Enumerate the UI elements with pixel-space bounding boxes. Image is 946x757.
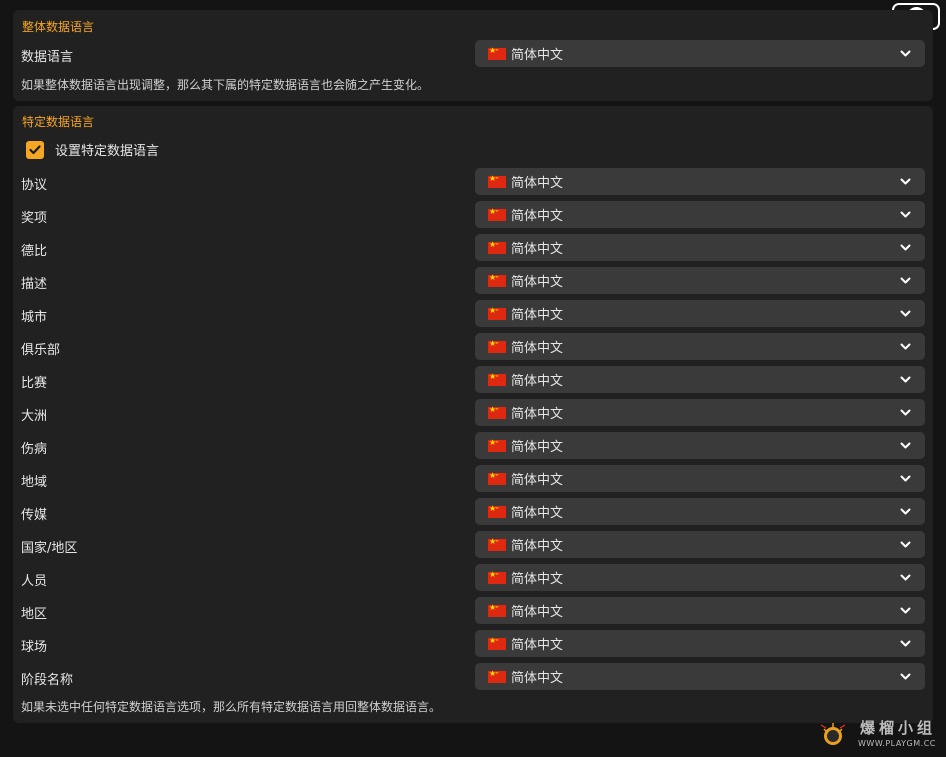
select-value: 简体中文	[511, 539, 564, 554]
language-select[interactable]: 简体中文	[475, 333, 925, 360]
select-value: 简体中文	[511, 48, 564, 63]
language-select[interactable]: 简体中文	[475, 465, 925, 492]
select-value: 简体中文	[511, 209, 564, 224]
chevron-down-icon	[900, 541, 911, 548]
language-select[interactable]: 简体中文	[475, 168, 925, 195]
language-select[interactable]: 简体中文	[475, 300, 925, 327]
china-flag-icon	[488, 239, 506, 254]
china-flag-icon	[488, 305, 506, 320]
language-select[interactable]: 简体中文	[475, 267, 925, 294]
china-flag-icon	[488, 272, 506, 287]
row-label: 国家/地区	[21, 541, 78, 556]
chevron-down-icon	[900, 211, 911, 218]
chevron-down-icon	[900, 442, 911, 449]
language-select[interactable]: 简体中文	[475, 201, 925, 228]
row-label: 大洲	[21, 409, 48, 424]
chevron-down-icon	[900, 508, 911, 515]
china-flag-icon	[488, 635, 506, 650]
language-select[interactable]: 简体中文	[475, 630, 925, 657]
china-flag-icon	[488, 536, 506, 551]
select-value: 简体中文	[511, 176, 564, 191]
chevron-down-icon	[900, 574, 911, 581]
china-flag-icon	[488, 45, 506, 60]
checkbox-label: 设置特定数据语言	[55, 144, 160, 159]
select-value: 简体中文	[511, 407, 564, 422]
row-label: 阶段名称	[21, 673, 74, 688]
watermark-title: 爆榴小组	[860, 719, 937, 737]
chevron-down-icon	[900, 673, 911, 680]
select-value: 简体中文	[511, 671, 564, 686]
language-select[interactable]: 简体中文	[475, 399, 925, 426]
global-section-title: 整体数据语言	[22, 20, 95, 34]
chevron-down-icon	[900, 310, 911, 317]
china-flag-icon	[488, 206, 506, 221]
chevron-down-icon	[900, 343, 911, 350]
row-label: 地域	[21, 475, 48, 490]
watermark: 爆榴小组 WWW.PLAYGM.CC	[818, 717, 938, 753]
language-select[interactable]: 简体中文	[475, 663, 925, 690]
watermark-logo-icon	[820, 723, 846, 745]
china-flag-icon	[488, 338, 506, 353]
row-label: 地区	[21, 607, 48, 622]
chevron-down-icon	[900, 409, 911, 416]
select-value: 简体中文	[511, 341, 564, 356]
set-specific-language-checkbox[interactable]	[26, 140, 44, 159]
watermark-url: WWW.PLAYGM.CC	[858, 739, 936, 748]
language-select[interactable]: 简体中文	[475, 498, 925, 525]
china-flag-icon	[488, 470, 506, 485]
select-value: 简体中文	[511, 473, 564, 488]
chevron-down-icon	[900, 50, 911, 57]
row-label: 球场	[21, 640, 48, 655]
row-label: 德比	[21, 244, 48, 259]
language-select[interactable]: 简体中文	[475, 564, 925, 591]
row-label: 传媒	[21, 508, 48, 523]
global-language-panel: 整体数据语言 数据语言 简体中文 如果整体数据语言出现调整，那么其下属的特定数据…	[13, 10, 933, 101]
select-value: 简体中文	[511, 308, 564, 323]
china-flag-icon	[488, 371, 506, 386]
chevron-down-icon	[900, 376, 911, 383]
china-flag-icon	[488, 503, 506, 518]
row-label: 伤病	[21, 442, 48, 457]
china-flag-icon	[488, 437, 506, 452]
china-flag-icon	[488, 569, 506, 584]
language-select[interactable]: 简体中文	[475, 234, 925, 261]
chevron-down-icon	[900, 640, 911, 647]
row-label: 描述	[21, 277, 48, 292]
select-value: 简体中文	[511, 605, 564, 620]
china-flag-icon	[488, 173, 506, 188]
select-value: 简体中文	[511, 572, 564, 587]
data-language-select[interactable]: 简体中文	[475, 40, 925, 67]
data-language-label: 数据语言	[21, 50, 74, 65]
language-select[interactable]: 简体中文	[475, 366, 925, 393]
select-value: 简体中文	[511, 374, 564, 389]
chevron-down-icon	[900, 607, 911, 614]
china-flag-icon	[488, 668, 506, 683]
specific-language-panel: 特定数据语言 设置特定数据语言 协议简体中文奖项简体中文德比简体中文描述简体中文…	[13, 106, 933, 723]
checkmark-icon	[29, 144, 41, 154]
global-note: 如果整体数据语言出现调整，那么其下属的特定数据语言也会随之产生变化。	[21, 78, 430, 92]
row-label: 俱乐部	[21, 343, 61, 358]
language-select[interactable]: 简体中文	[475, 597, 925, 624]
language-select[interactable]: 简体中文	[475, 531, 925, 558]
select-value: 简体中文	[511, 242, 564, 257]
china-flag-icon	[488, 602, 506, 617]
row-label: 人员	[21, 574, 48, 589]
set-specific-language-option[interactable]: 设置特定数据语言	[26, 140, 159, 159]
select-value: 简体中文	[511, 440, 564, 455]
chevron-down-icon	[900, 277, 911, 284]
specific-note: 如果未选中任何特定数据语言选项，那么所有特定数据语言用回整体数据语言。	[21, 700, 442, 714]
select-value: 简体中文	[511, 275, 564, 290]
chevron-down-icon	[900, 244, 911, 251]
row-label: 协议	[21, 178, 48, 193]
select-value: 简体中文	[511, 506, 564, 521]
select-value: 简体中文	[511, 638, 564, 653]
chevron-down-icon	[900, 178, 911, 185]
row-label: 奖项	[21, 211, 48, 226]
language-select[interactable]: 简体中文	[475, 432, 925, 459]
row-label: 城市	[21, 310, 48, 325]
chevron-down-icon	[900, 475, 911, 482]
china-flag-icon	[488, 404, 506, 419]
row-label: 比赛	[21, 376, 48, 391]
specific-section-title: 特定数据语言	[22, 115, 95, 129]
